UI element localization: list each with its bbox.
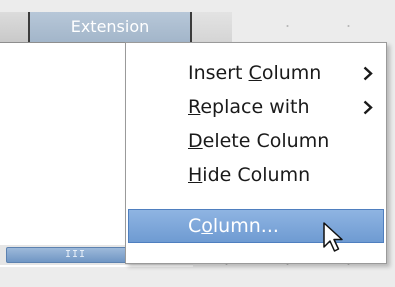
chevron-right-icon — [363, 66, 373, 81]
menu-item-label: Delete Column — [188, 130, 330, 152]
menu-item-label: Column... — [188, 215, 279, 237]
column-header[interactable] — [0, 12, 28, 42]
mouse-pointer-icon — [323, 222, 343, 252]
menu-item-label: Insert Column — [188, 62, 322, 84]
scrollbar-grip: III — [65, 249, 87, 260]
menu-item-replace-with[interactable]: Replace with — [128, 90, 384, 124]
column-header-empty — [192, 12, 232, 43]
menu-item-insert-column[interactable]: Insert Column — [128, 56, 384, 90]
menu-item-delete-column[interactable]: Delete Column — [128, 124, 384, 158]
menu-item-hide-column[interactable]: Hide Column — [128, 158, 384, 192]
menu-item-label: Hide Column — [188, 164, 311, 186]
menu-item-label: Replace with — [188, 96, 310, 118]
column-header-label: Extension — [70, 17, 150, 36]
column-header-extension[interactable]: Extension — [30, 12, 190, 42]
column-header-row: Extension — [0, 12, 193, 43]
chevron-right-icon — [363, 100, 373, 115]
